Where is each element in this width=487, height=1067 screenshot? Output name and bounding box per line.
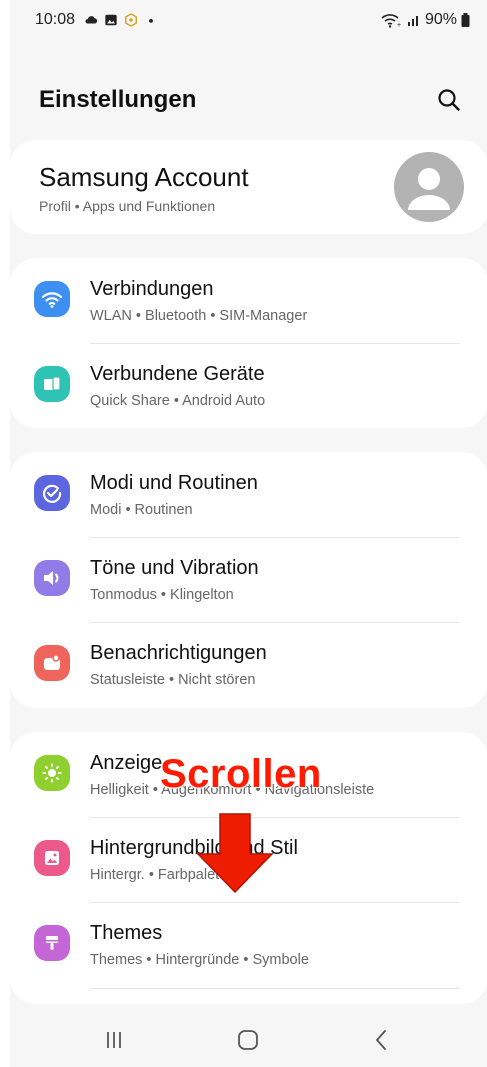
cell-signal-icon <box>407 16 418 26</box>
item-subtitle: Themes • Hintergründe • Symbole <box>90 952 309 968</box>
page-title: Einstellungen <box>39 86 197 113</box>
divider <box>90 988 460 989</box>
recent-apps-icon[interactable] <box>100 1026 128 1054</box>
item-title: Verbindungen <box>90 278 214 300</box>
settings-item-verbindungen[interactable]: Verbindungen WLAN • Bluetooth • SIM-Mana… <box>10 258 487 343</box>
status-bar: 10:08 + 90% <box>10 0 487 44</box>
item-title: Verbundene Geräte <box>90 363 265 385</box>
item-title: Modi und Routinen <box>90 472 258 494</box>
samsung-account-card[interactable]: Samsung Account Profil • Apps und Funkti… <box>10 140 487 234</box>
item-subtitle: Statusleiste • Nicht stören <box>90 672 256 688</box>
devices-icon <box>34 366 70 402</box>
item-title: Töne und Vibration <box>90 557 259 579</box>
cloud-icon <box>85 16 98 24</box>
battery-icon <box>461 13 470 27</box>
battery-percent: 90% <box>424 11 457 28</box>
notification-icon <box>34 645 70 681</box>
account-title: Samsung Account <box>39 162 249 192</box>
avatar[interactable] <box>394 152 464 222</box>
navigation-bar <box>10 1010 487 1067</box>
more-dot-icon <box>149 18 153 23</box>
settings-item-verbundene-geraete[interactable]: Verbundene Geräte Quick Share • Android … <box>10 343 487 428</box>
brightness-icon <box>34 755 70 791</box>
scroll-annotation-label: Scrollen <box>160 752 322 796</box>
item-title: Themes <box>90 922 163 944</box>
settings-group-connections: Verbindungen WLAN • Bluetooth • SIM-Mana… <box>10 258 487 428</box>
person-icon <box>408 168 450 210</box>
settings-item-themes[interactable]: Themes Themes • Hintergründe • Symbole <box>10 902 487 987</box>
settings-item-toene-vibration[interactable]: Töne und Vibration Tonmodus • Klingelton <box>10 537 487 622</box>
settings-screen: 10:08 + 90% Einstellungen Samsung Accoun… <box>10 0 487 1067</box>
svg-text:+: + <box>397 22 401 28</box>
settings-item-benachrichtigungen[interactable]: Benachrichtigungen Statusleiste • Nicht … <box>10 622 487 707</box>
arrow-down-icon <box>196 813 274 894</box>
app-notification-icon <box>125 13 137 27</box>
item-title: Benachrichtigungen <box>90 642 267 664</box>
account-subtitle: Profil • Apps und Funktionen <box>39 198 216 214</box>
item-subtitle: WLAN • Bluetooth • SIM-Manager <box>90 308 308 324</box>
settings-group-sound: Modi und Routinen Modi • Routinen Töne u… <box>10 452 487 708</box>
item-subtitle: Tonmodus • Klingelton <box>90 587 234 603</box>
wifi-icon <box>34 281 70 317</box>
wallpaper-icon <box>34 840 70 876</box>
check-circle-icon <box>34 475 70 511</box>
theme-brush-icon <box>34 925 70 961</box>
item-title: Anzeige <box>90 752 163 774</box>
wifi-signal-icon: + <box>381 14 401 28</box>
item-subtitle: Modi • Routinen <box>90 502 193 518</box>
status-system-icons: + 90% <box>381 11 470 29</box>
volume-icon <box>34 560 70 596</box>
item-subtitle: Quick Share • Android Auto <box>90 393 266 409</box>
status-time: 10:08 <box>35 11 76 28</box>
settings-item-modi-routinen[interactable]: Modi und Routinen Modi • Routinen <box>10 452 487 537</box>
back-icon[interactable] <box>368 1026 396 1054</box>
search-icon[interactable] <box>434 85 464 115</box>
home-icon[interactable] <box>234 1026 262 1054</box>
gallery-icon <box>105 14 117 26</box>
status-notification-icons <box>84 13 158 27</box>
